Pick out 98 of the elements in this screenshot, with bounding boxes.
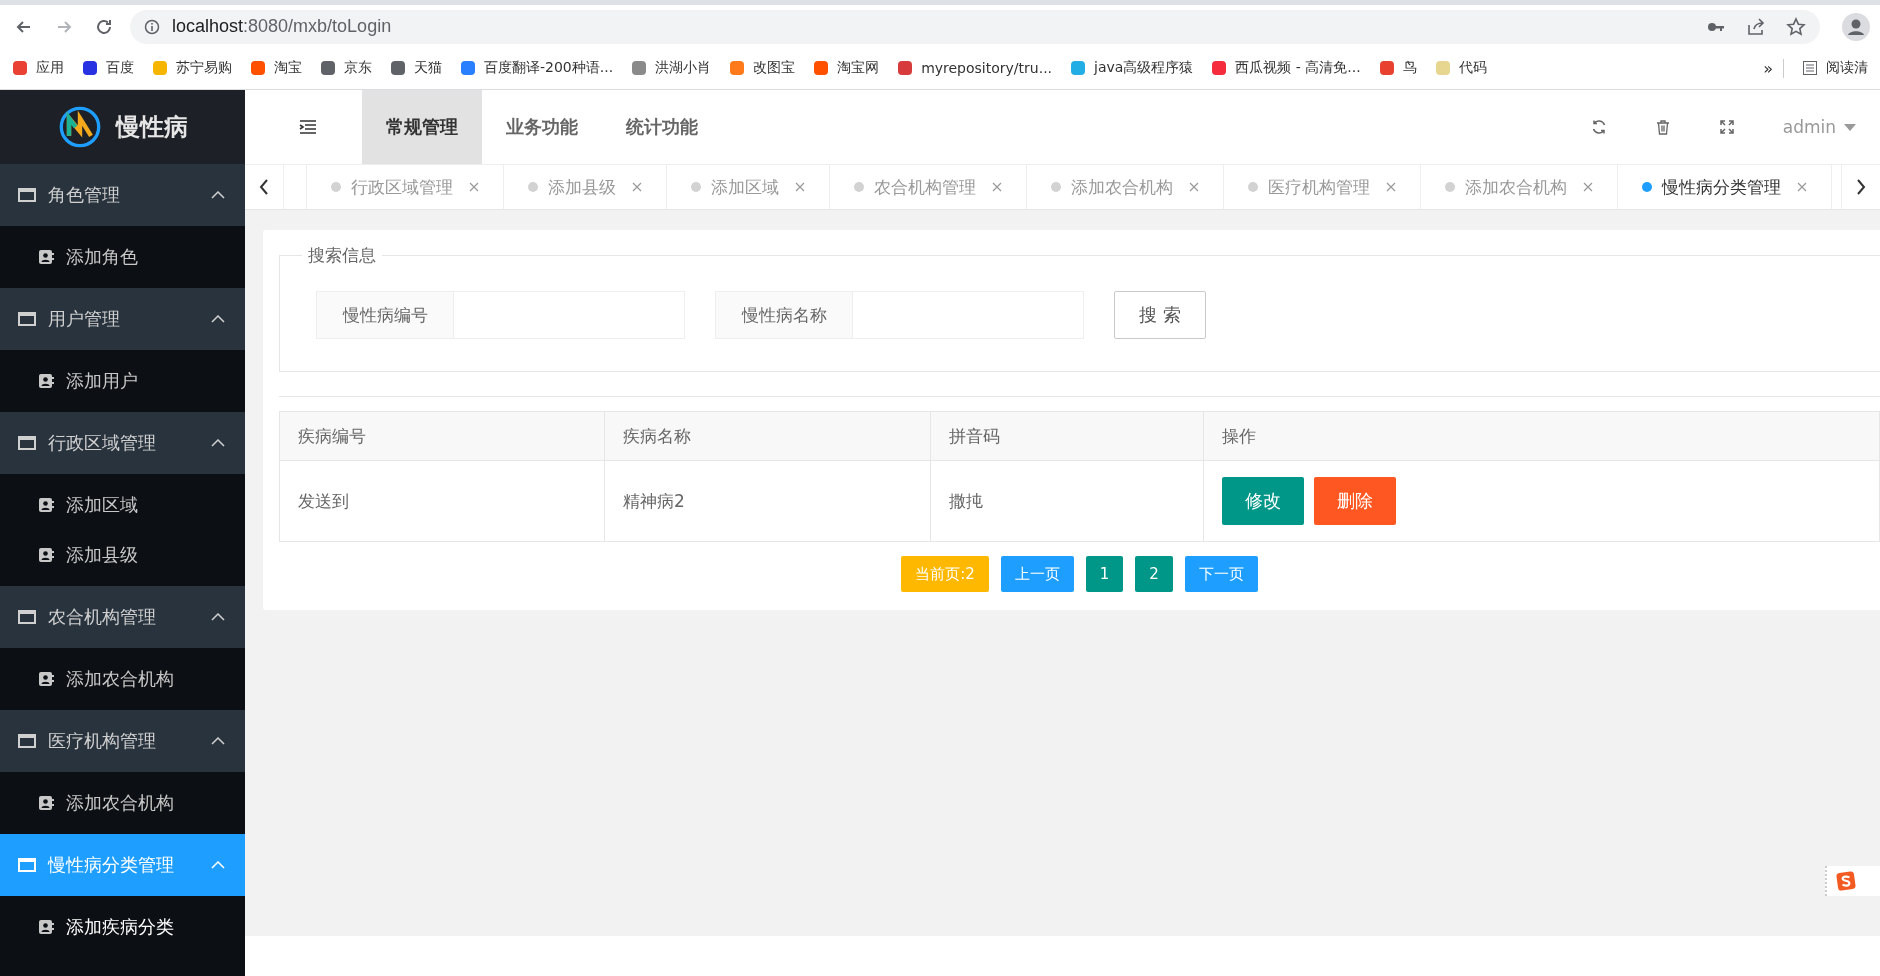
close-icon[interactable] <box>1797 182 1807 192</box>
page-button[interactable]: 2 <box>1135 556 1173 592</box>
window-icon <box>18 435 36 451</box>
logo-text: 慢性病 <box>115 112 188 143</box>
menu-group[interactable]: 用户管理 <box>0 288 245 350</box>
menu-group[interactable]: 角色管理 <box>0 164 245 226</box>
bookmark[interactable]: 西瓜视频 - 高清免... <box>1211 59 1361 77</box>
caret-icon <box>211 315 225 323</box>
contact-icon <box>38 671 54 687</box>
table-cell: 精神病2 <box>604 460 931 542</box>
bookmark[interactable]: 代码 <box>1434 59 1487 77</box>
search-button[interactable]: 搜 索 <box>1114 291 1206 339</box>
bookmark[interactable]: 淘宝网 <box>813 59 880 77</box>
fullscreen-icon[interactable] <box>1718 119 1735 135</box>
bookmark[interactable]: java高级程序猿 <box>1070 59 1194 77</box>
contact-icon <box>38 919 54 935</box>
column-header: 操作 <box>1203 411 1880 461</box>
reading-list[interactable]: 阅读清 <box>1802 59 1868 77</box>
bookmark[interactable]: 百度 <box>82 59 134 77</box>
nav-tab[interactable]: 业务功能 <box>482 90 602 164</box>
menu-group[interactable]: 行政区域管理 <box>0 412 245 474</box>
window-icon <box>18 733 36 749</box>
url-text: localhost:8080/mxb/toLogin <box>172 16 392 37</box>
status-dot <box>1445 182 1455 192</box>
caret-icon <box>1844 123 1856 131</box>
bookmark[interactable]: 鸟 <box>1378 59 1417 77</box>
contact-icon <box>38 497 54 513</box>
share-icon[interactable] <box>1746 16 1766 37</box>
menu-item[interactable]: 添加农合机构 <box>0 778 245 828</box>
contact-icon <box>38 795 54 811</box>
star-icon[interactable] <box>1786 16 1806 37</box>
bookmark[interactable]: myrepository/tru... <box>897 60 1053 76</box>
info-icon[interactable] <box>144 18 160 35</box>
caret-icon <box>211 613 225 621</box>
close-icon[interactable] <box>1386 182 1396 192</box>
column-header: 疾病名称 <box>604 411 931 461</box>
list-icon <box>1802 60 1818 76</box>
caret-icon <box>211 861 225 869</box>
contact-icon <box>38 373 54 389</box>
menu-group[interactable]: 农合机构管理 <box>0 586 245 648</box>
profile-icon[interactable] <box>1842 12 1870 41</box>
status-dot <box>1642 182 1652 192</box>
contact-icon <box>38 547 54 563</box>
menu-item[interactable]: 添加农合机构 <box>0 654 245 704</box>
bookmark[interactable]: 苏宁易购 <box>152 59 232 77</box>
nav-tab[interactable]: 常规管理 <box>362 90 482 164</box>
bookmark[interactable]: 洪湖小肖 <box>631 59 712 77</box>
menu-item[interactable]: 添加疾病分类 <box>0 902 245 952</box>
more-bookmarks[interactable]: » <box>1763 58 1784 78</box>
bookmark[interactable]: 改图宝 <box>729 59 796 77</box>
logo-icon <box>57 105 102 149</box>
page-button[interactable]: 1 <box>1085 556 1124 592</box>
menu-item[interactable]: 添加角色 <box>0 232 245 282</box>
close-icon[interactable] <box>1189 182 1199 192</box>
status-dot <box>1051 182 1061 192</box>
menu-group[interactable]: 医疗机构管理 <box>0 710 245 772</box>
search-legend: 搜索信息 <box>302 244 382 267</box>
close-icon[interactable] <box>469 182 479 192</box>
caret-icon <box>211 737 225 745</box>
bookmark[interactable]: 百度翻译-200种语... <box>460 59 614 77</box>
close-icon[interactable] <box>1583 182 1593 192</box>
menu-icon[interactable] <box>299 120 317 134</box>
status-dot <box>1248 182 1258 192</box>
bookmark[interactable]: 应用 <box>12 59 64 77</box>
chevron-right-icon <box>1856 179 1866 195</box>
table-cell: 发送到 <box>279 460 605 542</box>
table-cell: 撒扽 <box>930 460 1204 542</box>
nav-tab[interactable]: 统计功能 <box>602 90 722 164</box>
caret-icon <box>211 191 225 199</box>
bookmark[interactable]: 淘宝 <box>250 59 302 77</box>
ime-toolbar[interactable] <box>1825 866 1880 896</box>
ime-logo-icon <box>1835 870 1857 892</box>
window-icon <box>18 857 36 873</box>
refresh-icon[interactable] <box>1590 119 1607 135</box>
menu-item[interactable]: 添加用户 <box>0 356 245 406</box>
address-bar[interactable]: localhost:8080/mxb/toLogin <box>130 9 1820 44</box>
edit-button[interactable]: 修改 <box>1222 477 1304 525</box>
trash-icon[interactable] <box>1654 119 1671 135</box>
status-dot <box>528 182 538 192</box>
window-icon <box>18 311 36 327</box>
caret-icon <box>211 439 225 447</box>
status-dot <box>691 182 701 192</box>
close-icon[interactable] <box>992 182 1002 192</box>
bookmark[interactable]: 京东 <box>320 59 372 77</box>
tab[interactable]: 慢性病分类管理 <box>1618 165 1832 209</box>
close-icon[interactable] <box>795 182 805 192</box>
status-dot <box>331 182 341 192</box>
window-icon <box>18 609 36 625</box>
column-header: 拼音码 <box>930 411 1204 461</box>
status-dot <box>854 182 864 192</box>
contact-icon <box>38 249 54 265</box>
chevron-left-icon <box>259 179 269 195</box>
menu-item[interactable]: 添加县级 <box>0 530 245 580</box>
column-header: 疾病编号 <box>279 411 605 461</box>
menu-item[interactable]: 添加区域 <box>0 480 245 530</box>
close-icon[interactable] <box>632 182 642 192</box>
bookmark[interactable]: 天猫 <box>390 59 442 77</box>
window-icon <box>18 187 36 203</box>
